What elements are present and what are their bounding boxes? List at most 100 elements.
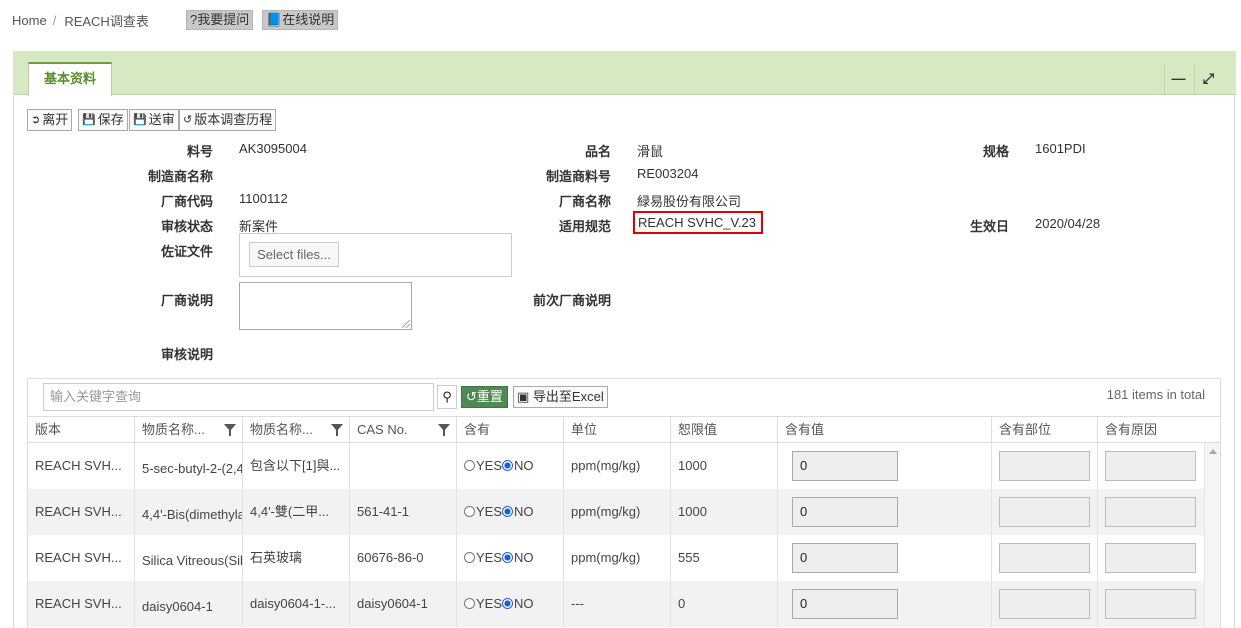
breadcrumb-home-link[interactable]: Home: [12, 13, 47, 28]
resize-grip-icon[interactable]: [402, 320, 410, 328]
panel-header: 基本资料 — ⤢: [14, 51, 1236, 96]
cell-unit: ppm(mg/kg): [563, 535, 670, 581]
cell-cas: [349, 443, 456, 489]
vendor-note-textarea[interactable]: [239, 282, 412, 330]
filter-icon[interactable]: [438, 424, 450, 436]
filter-icon[interactable]: [331, 424, 343, 436]
vendor-name-label: 厂商名称: [558, 194, 611, 209]
cell-substance-en: 4,4'-Bis(dimethylamino): [134, 489, 242, 535]
no-radio[interactable]: [502, 552, 514, 563]
table-row: REACH SVH... daisy0604-1 daisy0604-1-...…: [28, 581, 1204, 627]
refresh-icon: ↺: [466, 389, 477, 404]
ask-question-button[interactable]: ?我要提问: [186, 10, 254, 30]
reason-input[interactable]: [1105, 543, 1196, 573]
cell-version: REACH SVH...: [35, 596, 122, 611]
part-input[interactable]: [999, 543, 1090, 573]
reason-input[interactable]: [1105, 497, 1196, 527]
total-count: 181 items in total: [1106, 387, 1205, 402]
column-header-substance-en[interactable]: 物质名称...: [134, 417, 242, 444]
cell-version: REACH SVH...: [35, 550, 122, 565]
version-history-button[interactable]: ↺ 版本调查历程: [179, 109, 277, 131]
cell-limit: 1000: [670, 489, 777, 535]
reason-input[interactable]: [1105, 589, 1196, 619]
review-note-label: 审核说明: [160, 347, 213, 362]
filter-icon[interactable]: [224, 424, 236, 436]
manufacturer-name-label: 制造商名称: [147, 169, 213, 184]
export-excel-button[interactable]: ▣ 导出至Excel: [513, 386, 608, 408]
scroll-up-icon[interactable]: [1209, 449, 1217, 454]
grid-scrollbar[interactable]: [1204, 443, 1220, 628]
online-guide-button[interactable]: 📘在线说明: [262, 10, 339, 30]
cell-contains: YES NO: [456, 581, 563, 627]
column-header-reason[interactable]: 含有原因: [1097, 417, 1204, 444]
part-input[interactable]: [999, 451, 1090, 481]
submit-review-button[interactable]: 💾 送审: [129, 109, 179, 131]
search-icon[interactable]: ⚲: [437, 385, 457, 409]
spec-label: 规格: [982, 144, 1009, 159]
cell-substance-en: Silica Vitreous(Silic: [134, 535, 242, 581]
reset-button[interactable]: ↺重置: [461, 386, 508, 408]
excel-icon: ▣: [517, 389, 530, 404]
yes-radio[interactable]: [464, 460, 475, 471]
save-button[interactable]: 💾 保存: [78, 109, 128, 131]
column-header-unit[interactable]: 单位: [563, 417, 670, 444]
column-header-cas[interactable]: CAS No.: [349, 417, 456, 444]
column-header-limit[interactable]: 恕限值: [670, 417, 777, 444]
cell-substance-en: 5-sec-butyl-2-(2,4-: [134, 443, 242, 489]
part-input[interactable]: [999, 497, 1090, 527]
history-icon: ↺: [183, 114, 193, 126]
part-no-value: AK3095004: [239, 141, 307, 156]
cell-substance-cn: 包含以下[1]與...: [242, 443, 349, 489]
cell-substance-en: daisy0604-1: [134, 581, 242, 627]
breadcrumb-separator: /: [52, 13, 57, 28]
product-name-value: 滑鼠: [637, 144, 664, 159]
value-input[interactable]: 0: [792, 543, 898, 573]
tab-basic-info[interactable]: 基本资料: [28, 62, 112, 96]
cell-value: 0: [777, 489, 991, 535]
cell-substance-cn: 石英玻璃: [242, 535, 349, 581]
book-icon: 📘: [266, 12, 283, 27]
column-header-value[interactable]: 含有值: [777, 417, 991, 444]
vendor-name-value: 緑易股份有限公司: [637, 194, 742, 209]
yes-radio[interactable]: [464, 506, 475, 517]
vendor-code-value: 1100112: [239, 191, 288, 206]
search-input[interactable]: 输入关键字查询: [43, 383, 434, 411]
cell-part: [991, 535, 1097, 581]
no-radio[interactable]: [502, 506, 514, 517]
minimize-icon[interactable]: —: [1164, 64, 1192, 94]
no-radio[interactable]: [502, 460, 514, 471]
select-files-button[interactable]: Select files...: [249, 242, 339, 267]
cell-reason: [1097, 489, 1204, 535]
reason-input[interactable]: [1105, 451, 1196, 481]
column-header-part[interactable]: 含有部位: [991, 417, 1097, 444]
column-header-substance-cn[interactable]: 物质名称...: [242, 417, 349, 444]
effective-date-label: 生效日: [969, 219, 1009, 234]
leave-button[interactable]: ➲ 离开: [27, 109, 73, 131]
no-radio[interactable]: [502, 598, 514, 609]
cell-value: 0: [777, 535, 991, 581]
value-input[interactable]: 0: [792, 589, 898, 619]
previous-vendor-note-label: 前次厂商说明: [532, 293, 611, 308]
table-row: REACH SVH... 4,4'-Bis(dimethylamino) 4,4…: [28, 489, 1204, 535]
expand-icon[interactable]: ⤢: [1194, 64, 1222, 94]
value-input[interactable]: 0: [792, 497, 898, 527]
cell-part: [991, 489, 1097, 535]
column-header-version[interactable]: 版本: [28, 417, 134, 444]
yes-radio[interactable]: [464, 552, 475, 563]
cell-contains: YES NO: [456, 443, 563, 489]
cell-contains: YES NO: [456, 489, 563, 535]
column-header-contains[interactable]: 含有: [456, 417, 563, 444]
cell-part: [991, 443, 1097, 489]
part-input[interactable]: [999, 589, 1090, 619]
part-no-label: 料号: [186, 144, 213, 159]
value-input[interactable]: 0: [792, 451, 898, 481]
yes-radio[interactable]: [464, 598, 475, 609]
evidence-files-label: 佐证文件: [160, 244, 213, 259]
cell-contains: YES NO: [456, 535, 563, 581]
effective-date-value: 2020/04/28: [1035, 216, 1101, 231]
manufacturer-part-value: RE003204: [637, 166, 699, 181]
cell-unit: ppm(mg/kg): [563, 489, 670, 535]
cell-reason: [1097, 535, 1204, 581]
vendor-code-label: 厂商代码: [160, 194, 213, 209]
cell-unit: ---: [563, 581, 670, 627]
